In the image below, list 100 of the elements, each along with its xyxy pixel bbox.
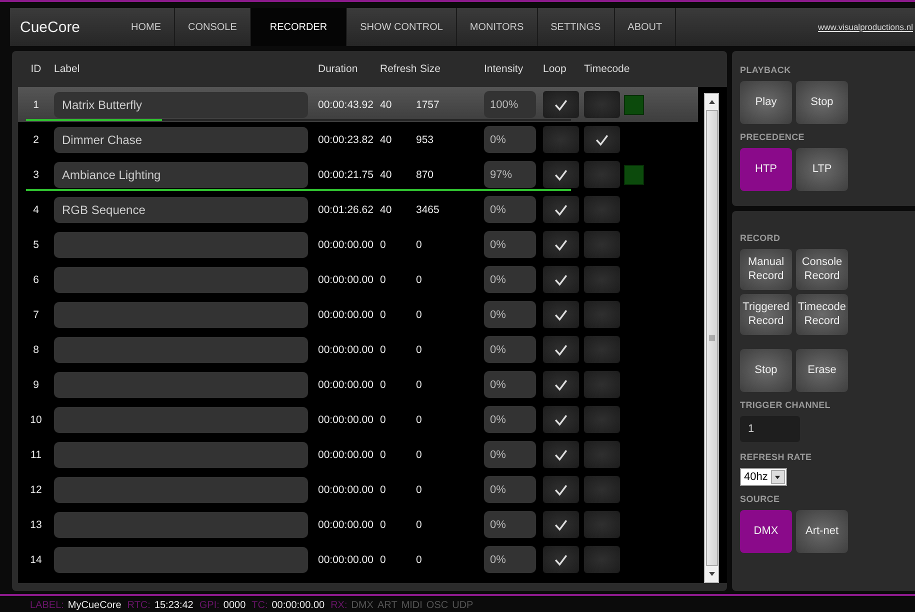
down-arrow-icon[interactable]: [708, 571, 716, 577]
label-field[interactable]: [54, 512, 308, 538]
table-row[interactable]: 9 00:00:00.00 0 0 0%: [18, 367, 698, 402]
table-row[interactable]: 12 00:00:00.00 0 0 0%: [18, 472, 698, 507]
source-button[interactable]: DMX: [740, 510, 792, 553]
label-field[interactable]: Matrix Butterfly: [54, 92, 308, 118]
loop-checkbox[interactable]: [543, 441, 579, 468]
intensity-field[interactable]: 0%: [484, 406, 536, 433]
table-row[interactable]: 11 00:00:00.00 0 0 0%: [18, 437, 698, 472]
label-field[interactable]: [54, 372, 308, 398]
nav-tab[interactable]: HOME: [118, 8, 175, 46]
timecode-checkbox[interactable]: [584, 371, 620, 398]
table-row[interactable]: 6 00:00:00.00 0 0 0%: [18, 262, 698, 297]
loop-checkbox[interactable]: [543, 126, 579, 153]
nav-tab[interactable]: SHOW CONTROL: [347, 8, 457, 46]
size-cell-text: 0: [416, 378, 423, 390]
timecode-checkbox[interactable]: [584, 441, 620, 468]
refresh-cell-text: 0: [380, 484, 387, 496]
duration-cell-text: 00:00:00.00: [318, 518, 374, 530]
loop-checkbox[interactable]: [543, 476, 579, 503]
nav-tab[interactable]: RECORDER: [250, 8, 348, 46]
label-field[interactable]: [54, 302, 308, 328]
table-row[interactable]: 3 Ambiance Lighting 00:00:21.75 40 870 97%: [18, 157, 698, 192]
refresh-rate-select[interactable]: 40hz: [740, 468, 787, 486]
label-field[interactable]: [54, 546, 308, 572]
table-row[interactable]: 10 00:00:00.00 0 0 0%: [18, 402, 698, 437]
intensity-field[interactable]: 0%: [484, 231, 536, 258]
trigger-channel-field[interactable]: 1: [740, 416, 800, 442]
cue-id: 10: [29, 414, 43, 426]
timecode-checkbox[interactable]: [584, 231, 620, 258]
label-field[interactable]: [54, 336, 308, 362]
record-button[interactable]: Timecode Record: [796, 294, 848, 335]
record-action-button[interactable]: Erase: [796, 349, 848, 392]
intensity-field[interactable]: 0%: [484, 441, 536, 468]
record-button[interactable]: Triggered Record: [740, 294, 792, 335]
label-field[interactable]: [54, 406, 308, 432]
loop-checkbox[interactable]: [543, 371, 579, 398]
record-action-button[interactable]: Stop: [740, 349, 792, 392]
intensity-field[interactable]: 0%: [484, 126, 536, 153]
loop-checkbox[interactable]: [543, 91, 579, 118]
timecode-checkbox[interactable]: [584, 91, 620, 118]
label-field[interactable]: [54, 266, 308, 292]
intensity-field[interactable]: 0%: [484, 511, 536, 538]
label-field[interactable]: [54, 232, 308, 258]
column-header: Timecode: [584, 63, 631, 75]
table-row[interactable]: 14 00:00:00.00 0 0 0%: [18, 542, 698, 577]
timecode-checkbox[interactable]: [584, 266, 620, 293]
timecode-checkbox[interactable]: [584, 161, 620, 188]
intensity-field[interactable]: 0%: [484, 336, 536, 363]
status-label: RX:: [330, 600, 348, 611]
timecode-checkbox[interactable]: [584, 301, 620, 328]
nav-tab[interactable]: MONITORS: [456, 8, 538, 46]
intensity-field[interactable]: 0%: [484, 546, 536, 573]
record-button[interactable]: Console Record: [796, 249, 848, 290]
table-row[interactable]: 7 00:00:00.00 0 0 0%: [18, 297, 698, 332]
intensity-field[interactable]: 0%: [484, 476, 536, 503]
nav-tab[interactable]: ABOUT: [614, 8, 676, 46]
label-field[interactable]: Dimmer Chase: [54, 126, 308, 152]
timecode-checkbox[interactable]: [584, 476, 620, 503]
label-field[interactable]: [54, 442, 308, 468]
loop-checkbox[interactable]: [543, 196, 579, 223]
timecode-checkbox[interactable]: [584, 126, 620, 153]
playback-button[interactable]: Stop: [796, 81, 848, 124]
loop-checkbox[interactable]: [543, 406, 579, 433]
selected-row[interactable]: 1 Matrix Butterfly 00:00:43.92 40 1757 100%: [18, 87, 698, 122]
loop-checkbox[interactable]: [543, 336, 579, 363]
scrollbar[interactable]: [704, 93, 719, 583]
loop-checkbox[interactable]: [543, 266, 579, 293]
timecode-checkbox[interactable]: [584, 546, 620, 573]
label-field[interactable]: [54, 476, 308, 502]
loop-checkbox[interactable]: [543, 231, 579, 258]
table-row[interactable]: 4 RGB Sequence 00:01:26.62 40 3465 0%: [18, 192, 698, 227]
loop-checkbox[interactable]: [543, 301, 579, 328]
timecode-checkbox[interactable]: [584, 406, 620, 433]
intensity-field[interactable]: 100%: [484, 91, 536, 118]
playback-button[interactable]: Play: [740, 81, 792, 124]
record-button[interactable]: Manual Record: [740, 249, 792, 290]
intensity-field[interactable]: 97%: [484, 161, 536, 188]
intensity-field[interactable]: 0%: [484, 266, 536, 293]
loop-checkbox[interactable]: [543, 161, 579, 188]
table-row[interactable]: 5 00:00:00.00 0 0 0%: [18, 227, 698, 262]
timecode-checkbox[interactable]: [584, 196, 620, 223]
timecode-checkbox[interactable]: [584, 511, 620, 538]
website-link[interactable]: www.visualproductions.nl: [818, 22, 913, 32]
loop-checkbox[interactable]: [543, 511, 579, 538]
precedence-button[interactable]: LTP: [796, 148, 848, 191]
label-field[interactable]: RGB Sequence: [54, 196, 308, 222]
intensity-field[interactable]: 0%: [484, 301, 536, 328]
table-row[interactable]: 8 00:00:00.00 0 0 0%: [18, 332, 698, 367]
nav-tab[interactable]: SETTINGS: [538, 8, 615, 46]
table-row[interactable]: 2 Dimmer Chase 00:00:23.82 40 953 0%: [18, 122, 698, 157]
timecode-checkbox[interactable]: [584, 336, 620, 363]
intensity-field[interactable]: 0%: [484, 196, 536, 223]
table-row[interactable]: 13 00:00:00.00 0 0 0%: [18, 507, 698, 542]
source-button[interactable]: Art-net: [796, 510, 848, 553]
label-field[interactable]: Ambiance Lighting: [54, 162, 308, 188]
up-arrow-icon[interactable]: [708, 99, 716, 105]
loop-checkbox[interactable]: [543, 546, 579, 573]
precedence-button[interactable]: HTP: [740, 148, 792, 191]
intensity-field[interactable]: 0%: [484, 371, 536, 398]
